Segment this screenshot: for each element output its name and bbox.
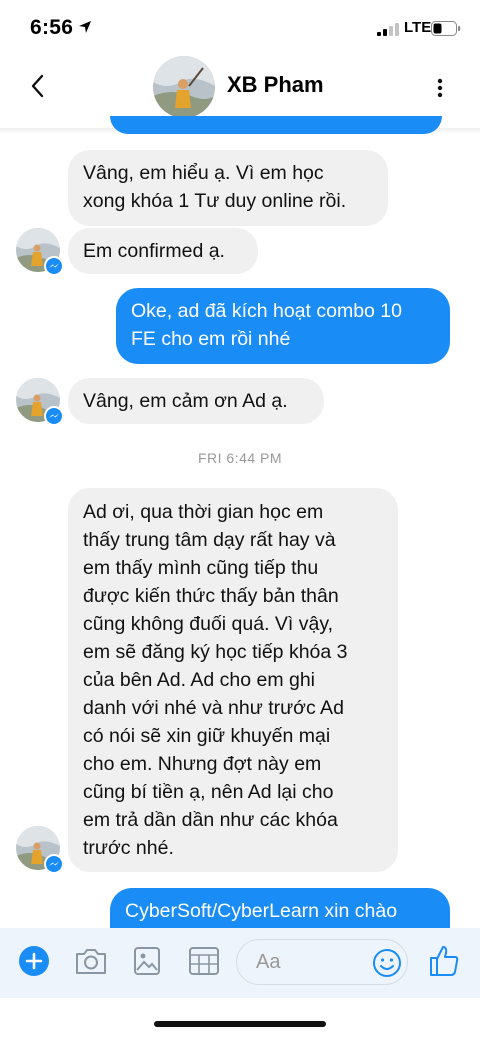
gif-sticker-icon[interactable]	[188, 946, 220, 976]
message-composer: Aa	[0, 928, 480, 998]
message-outgoing[interactable]: Oke, ad đã kích hoạt combo 10 FE cho em …	[116, 288, 450, 364]
photo-icon[interactable]	[133, 946, 161, 976]
message-timestamp: FRI 6:44 PM	[197, 450, 283, 466]
messenger-badge-icon	[44, 854, 64, 874]
like-icon[interactable]	[428, 944, 460, 978]
location-arrow-icon	[79, 21, 91, 33]
messenger-badge-icon	[44, 406, 64, 426]
signal-bars-icon	[377, 23, 399, 36]
message-input[interactable]: Aa	[236, 939, 408, 985]
back-chevron-icon[interactable]	[26, 71, 50, 101]
message-incoming[interactable]: Vâng, em hiểu ạ. Vì em học xong khóa 1 T…	[68, 150, 388, 226]
message-incoming[interactable]: Ad ơi, qua thời gian học em thấy trung t…	[68, 488, 398, 872]
status-time: 6:56	[30, 16, 74, 39]
message-input-placeholder: Aa	[256, 951, 281, 973]
status-bar: 6:56 LTE	[0, 0, 480, 56]
home-indicator[interactable]	[154, 1021, 326, 1027]
network-type: LTE	[404, 19, 432, 36]
plus-icon[interactable]	[18, 945, 50, 977]
emoji-icon[interactable]	[372, 948, 402, 978]
more-options-icon[interactable]	[432, 76, 448, 100]
message-incoming[interactable]: Vâng, em cảm ơn Ad ạ.	[68, 378, 324, 424]
battery-icon	[431, 21, 461, 36]
messenger-badge-icon	[44, 256, 64, 276]
camera-icon[interactable]	[74, 946, 108, 976]
contact-avatar[interactable]	[153, 56, 215, 118]
message-incoming[interactable]: Em confirmed ạ.	[68, 228, 258, 274]
contact-name: XB Pham	[227, 72, 324, 97]
partial-outgoing-bubble	[110, 116, 442, 134]
